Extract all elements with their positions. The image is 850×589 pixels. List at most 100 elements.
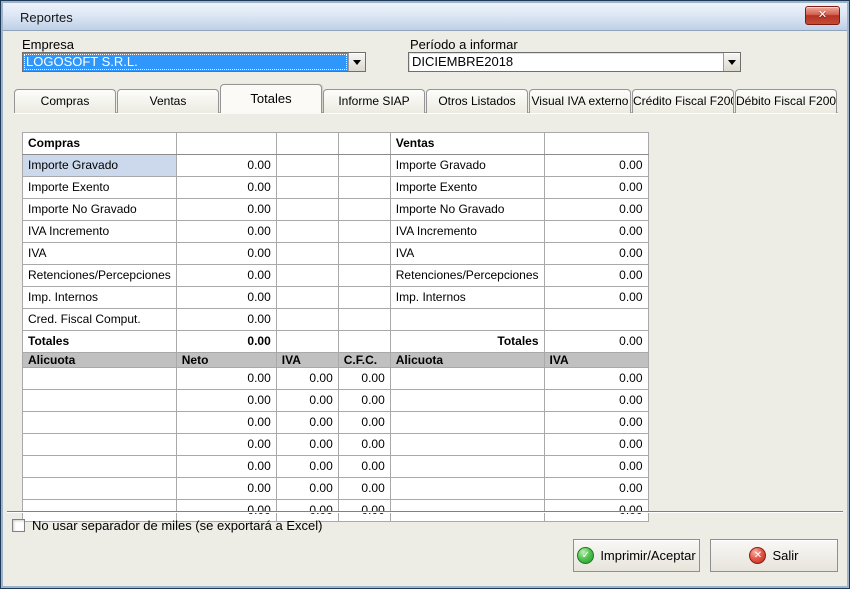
grid-cell[interactable]: [338, 199, 390, 221]
grid-cell[interactable]: [338, 287, 390, 309]
grid-cell[interactable]: 0.00: [338, 390, 390, 412]
close-button[interactable]: ✕: [805, 6, 840, 25]
grid-cell[interactable]: [338, 243, 390, 265]
grid-cell[interactable]: 0.00: [176, 221, 276, 243]
row-label[interactable]: Importe Exento: [23, 177, 177, 199]
grid-cell[interactable]: 0.00: [176, 309, 276, 331]
grid-cell[interactable]: 0.00: [338, 412, 390, 434]
grid-cell[interactable]: 0.00: [176, 177, 276, 199]
grid-cell[interactable]: [338, 331, 390, 353]
row-label[interactable]: IVA Incremento: [23, 221, 177, 243]
grid-cell[interactable]: [23, 390, 177, 412]
grid-cell[interactable]: [338, 155, 390, 177]
ventas-totales-value[interactable]: 0.00: [544, 331, 648, 353]
row-label[interactable]: IVA: [390, 243, 544, 265]
grid-cell[interactable]: 0.00: [338, 368, 390, 390]
grid-cell[interactable]: 0.00: [544, 368, 648, 390]
grid-cell[interactable]: [276, 243, 338, 265]
grid-cell[interactable]: 0.00: [176, 456, 276, 478]
no-separator-checkbox-label[interactable]: No usar separador de miles (se exportará…: [32, 518, 322, 533]
grid-cell[interactable]: 0.00: [176, 368, 276, 390]
periodo-selected-value[interactable]: DICIEMBRE2018: [409, 53, 723, 71]
grid-cell[interactable]: 0.00: [176, 390, 276, 412]
row-label[interactable]: Retenciones/Percepciones: [23, 265, 177, 287]
grid-cell[interactable]: [276, 199, 338, 221]
grid-cell[interactable]: 0.00: [544, 155, 648, 177]
grid-cell[interactable]: [276, 177, 338, 199]
grid-cell[interactable]: 0.00: [544, 199, 648, 221]
grid-cell[interactable]: [390, 456, 544, 478]
grid-cell[interactable]: [23, 478, 177, 500]
grid-cell[interactable]: [23, 434, 177, 456]
no-separator-checkbox[interactable]: [12, 519, 25, 532]
row-label[interactable]: Importe No Gravado: [23, 199, 177, 221]
grid-cell[interactable]: [276, 155, 338, 177]
grid-cell[interactable]: 0.00: [544, 177, 648, 199]
title-bar[interactable]: Reportes ✕: [3, 3, 847, 31]
grid-cell[interactable]: 0.00: [276, 456, 338, 478]
row-label[interactable]: Imp. Internos: [390, 287, 544, 309]
grid-cell[interactable]: 0.00: [338, 434, 390, 456]
row-label[interactable]: Importe Gravado: [390, 155, 544, 177]
grid-cell[interactable]: [338, 221, 390, 243]
empresa-selected-value[interactable]: LOGOSOFT S.R.L.: [23, 53, 348, 71]
grid-cell[interactable]: [276, 265, 338, 287]
row-label[interactable]: Importe Gravado: [23, 155, 177, 177]
grid-cell[interactable]: 0.00: [276, 434, 338, 456]
exit-button[interactable]: ✕ Salir: [710, 539, 838, 572]
grid-cell[interactable]: [338, 177, 390, 199]
grid-cell[interactable]: 0.00: [176, 265, 276, 287]
grid-cell[interactable]: 0.00: [544, 412, 648, 434]
empresa-dropdown-button[interactable]: [348, 53, 365, 71]
tab-credito-fiscal-f2002[interactable]: Crédito Fiscal F2002: [632, 89, 734, 113]
tab-visual-iva-externo[interactable]: Visual IVA externo: [529, 89, 631, 113]
grid-cell[interactable]: [276, 331, 338, 353]
grid-cell[interactable]: [276, 309, 338, 331]
grid-cell[interactable]: 0.00: [276, 478, 338, 500]
grid-cell[interactable]: [338, 265, 390, 287]
grid-cell[interactable]: 0.00: [338, 478, 390, 500]
grid-cell[interactable]: [390, 368, 544, 390]
row-label[interactable]: [390, 309, 544, 331]
row-label[interactable]: Importe Exento: [390, 177, 544, 199]
tab-informe-siap[interactable]: Informe SIAP: [323, 89, 425, 113]
compras-totales-value[interactable]: 0.00: [176, 331, 276, 353]
grid-cell[interactable]: [276, 221, 338, 243]
tab-otros-listados[interactable]: Otros Listados: [426, 89, 528, 113]
grid-cell[interactable]: 0.00: [276, 390, 338, 412]
grid-cell[interactable]: 0.00: [544, 287, 648, 309]
empresa-combobox[interactable]: LOGOSOFT S.R.L.: [22, 52, 366, 72]
grid-cell[interactable]: [338, 309, 390, 331]
grid-cell[interactable]: [276, 287, 338, 309]
grid-cell[interactable]: [23, 368, 177, 390]
grid-cell[interactable]: [390, 478, 544, 500]
row-label[interactable]: Imp. Internos: [23, 287, 177, 309]
grid-cell[interactable]: 0.00: [176, 412, 276, 434]
grid-cell[interactable]: 0.00: [544, 221, 648, 243]
grid-cell[interactable]: 0.00: [176, 155, 276, 177]
periodo-dropdown-button[interactable]: [723, 53, 740, 71]
row-label[interactable]: Cred. Fiscal Comput.: [23, 309, 177, 331]
row-label[interactable]: Importe No Gravado: [390, 199, 544, 221]
grid-cell[interactable]: 0.00: [176, 478, 276, 500]
row-label[interactable]: IVA: [23, 243, 177, 265]
grid-cell[interactable]: 0.00: [544, 243, 648, 265]
tab-compras[interactable]: Compras: [14, 89, 116, 113]
grid-cell[interactable]: 0.00: [338, 456, 390, 478]
grid-cell[interactable]: 0.00: [276, 368, 338, 390]
grid-cell[interactable]: 0.00: [544, 265, 648, 287]
periodo-combobox[interactable]: DICIEMBRE2018: [408, 52, 741, 72]
grid-cell[interactable]: 0.00: [176, 243, 276, 265]
grid-cell[interactable]: [390, 412, 544, 434]
tab-ventas[interactable]: Ventas: [117, 89, 219, 113]
row-label[interactable]: Retenciones/Percepciones: [390, 265, 544, 287]
grid-cell[interactable]: [23, 412, 177, 434]
grid-cell[interactable]: [390, 390, 544, 412]
grid-cell[interactable]: [544, 309, 648, 331]
tab-totales[interactable]: Totales: [220, 84, 322, 113]
grid-cell[interactable]: [23, 456, 177, 478]
print-accept-button[interactable]: ✓ Imprimir/Aceptar: [573, 539, 700, 572]
grid-cell[interactable]: 0.00: [544, 456, 648, 478]
grid-cell[interactable]: 0.00: [176, 199, 276, 221]
grid-cell[interactable]: 0.00: [544, 390, 648, 412]
